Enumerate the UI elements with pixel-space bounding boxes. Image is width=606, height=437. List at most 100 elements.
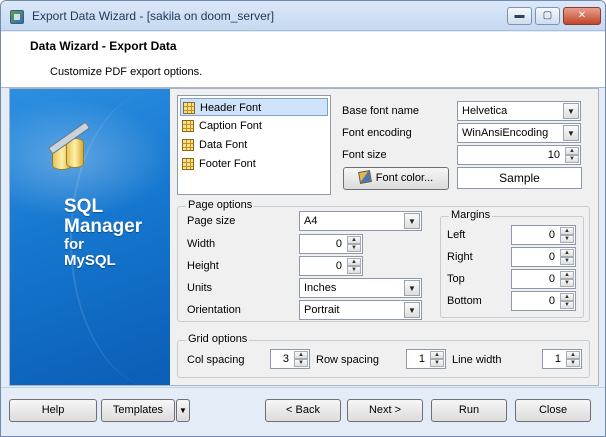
row-spacing-spinner[interactable]: 1 ▲ ▼ [406,349,446,369]
spin-up-icon[interactable]: ▲ [560,227,574,235]
orientation-value: Portrait [304,304,340,316]
units-select[interactable]: Inches ▼ [299,278,422,298]
margin-right-spinner[interactable]: 0 ▲ ▼ [511,247,576,267]
font-grid-icon [182,139,194,151]
spin-down-icon[interactable]: ▼ [347,244,361,252]
product-name: SQL Manager for MySQL [64,197,142,269]
font-list-item-caption[interactable]: Caption Font [180,117,328,135]
templates-button[interactable]: Templates [101,399,175,422]
spin-up-icon[interactable]: ▲ [560,271,574,279]
orientation-select[interactable]: Portrait ▼ [299,300,422,320]
col-spacing-spinner[interactable]: 3 ▲ ▼ [270,349,310,369]
width-value: 0 [335,238,342,250]
margin-left-spinner[interactable]: 0 ▲ ▼ [511,225,576,245]
grid-options-title: Grid options [186,333,250,345]
font-color-button-label: Font color... [375,172,434,184]
spin-down-icon[interactable]: ▼ [566,359,580,367]
spin-down-icon[interactable]: ▼ [347,266,361,274]
chevron-down-icon[interactable]: ▼ [404,213,420,229]
height-value: 0 [335,260,342,272]
spin-down-icon[interactable]: ▼ [560,301,574,309]
chevron-down-icon[interactable]: ▼ [563,103,579,119]
back-button[interactable]: < Back [265,399,341,422]
height-spinner[interactable]: 0 ▲ ▼ [299,256,363,276]
spin-up-icon[interactable]: ▲ [565,147,579,155]
line-width-spinner[interactable]: 1 ▲ ▼ [542,349,582,369]
spin-down-icon[interactable]: ▼ [430,359,444,367]
spin-down-icon[interactable]: ▼ [294,359,308,367]
database-tools-icon [44,121,94,178]
chevron-down-icon[interactable]: ▼ [404,280,420,296]
maximize-button[interactable]: ▢ [535,7,560,25]
font-list-item-footer[interactable]: Footer Font [180,155,328,173]
margin-top-spinner[interactable]: 0 ▲ ▼ [511,269,576,289]
line-width-value: 1 [554,353,561,365]
spin-up-icon[interactable]: ▲ [430,351,444,359]
page-size-label: Page size [187,215,236,227]
page-options-title: Page options [186,199,255,211]
margin-left-label: Left [447,229,466,241]
font-list-item-data[interactable]: Data Font [180,136,328,154]
spin-down-icon[interactable]: ▼ [560,279,574,287]
brand-line-2: Manager [64,216,143,237]
brand-line-4: MySQL [64,252,116,269]
margin-bottom-spinner[interactable]: 0 ▲ ▼ [511,291,576,311]
spin-down-icon[interactable]: ▼ [560,235,574,243]
col-spacing-label: Col spacing [187,354,245,366]
help-button[interactable]: Help [9,399,97,422]
spin-down-icon[interactable]: ▼ [560,257,574,265]
font-encoding-value: WinAnsiEncoding [462,127,549,139]
margin-left-value: 0 [548,229,555,241]
footer-divider [1,387,605,388]
font-size-spinner[interactable]: 10 ▲ ▼ [457,145,581,165]
minimize-button[interactable]: ▬ [507,7,532,25]
spin-up-icon[interactable]: ▲ [566,351,580,359]
title-bar[interactable]: Export Data Wizard - [sakila on doom_ser… [1,1,605,31]
templates-dropdown-button[interactable]: ▼ [176,399,190,422]
margins-title: Margins [449,209,493,221]
font-sample-preview: Sample [457,167,582,189]
font-list-item-header[interactable]: Header Font [180,98,328,116]
next-button[interactable]: Next > [347,399,423,422]
wizard-subtitle: Customize PDF export options. [50,66,203,78]
orientation-label: Orientation [187,304,241,316]
chevron-down-icon[interactable]: ▼ [404,302,420,318]
margin-right-label: Right [447,251,473,263]
run-button[interactable]: Run [431,399,507,422]
spin-up-icon[interactable]: ▲ [560,249,574,257]
row-spacing-label: Row spacing [316,354,379,366]
chevron-down-icon[interactable]: ▼ [563,125,579,141]
wizard-content: SQL Manager for MySQL Header Font Captio… [9,88,599,386]
base-font-value: Helvetica [462,105,508,117]
font-color-button[interactable]: Font color... [343,167,449,190]
app-icon [10,10,24,24]
font-list-item-label: Header Font [200,102,262,114]
font-list-item-label: Data Font [199,139,248,151]
font-list-item-label: Caption Font [199,120,262,132]
units-value: Inches [304,282,337,294]
font-encoding-select[interactable]: WinAnsiEncoding ▼ [457,123,581,143]
spin-up-icon[interactable]: ▲ [294,351,308,359]
font-type-list[interactable]: Header Font Caption Font Data Font Foote… [177,95,331,195]
font-grid-icon [182,158,194,170]
margin-top-label: Top [447,273,465,285]
spin-up-icon[interactable]: ▲ [347,236,361,244]
close-window-button[interactable]: ✕ [563,7,601,25]
brand-line-1: SQL [64,196,104,217]
spin-down-icon[interactable]: ▼ [565,155,579,163]
font-size-value: 10 [547,149,560,161]
spin-up-icon[interactable]: ▲ [560,293,574,301]
wizard-header: Data Wizard - Export Data Customize PDF … [1,32,605,88]
units-label: Units [187,282,213,294]
close-button[interactable]: Close [515,399,591,422]
margin-right-value: 0 [548,251,555,263]
width-spinner[interactable]: 0 ▲ ▼ [299,234,363,254]
row-spacing-value: 1 [418,353,425,365]
spin-up-icon[interactable]: ▲ [347,258,361,266]
base-font-select[interactable]: Helvetica ▼ [457,101,581,121]
product-banner: SQL Manager for MySQL [10,89,170,385]
export-wizard-window: Export Data Wizard - [sakila on doom_ser… [0,0,606,437]
page-size-select[interactable]: A4 ▼ [299,211,422,231]
font-list-item-label: Footer Font [199,158,256,170]
font-encoding-label: Font encoding [342,127,412,139]
